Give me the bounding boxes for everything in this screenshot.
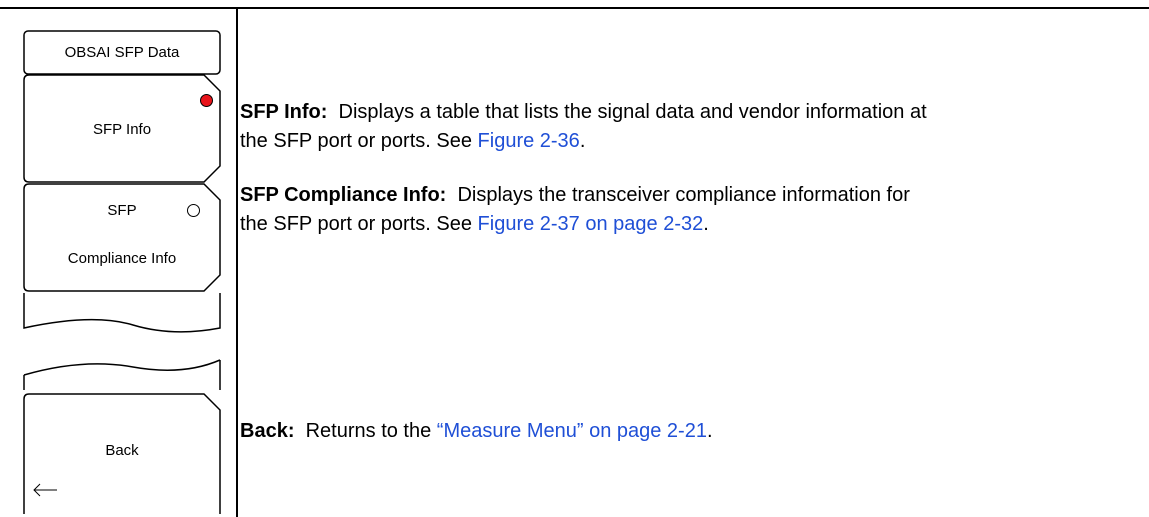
selected-indicator-icon (200, 94, 213, 107)
column-divider (236, 8, 238, 517)
figure-2-36-link[interactable]: Figure 2-36 (478, 130, 580, 152)
empty-key-top-shape (23, 293, 221, 333)
sfp-compliance-text: Displays the transceiver compliance info… (457, 184, 910, 206)
sfp-compliance-end: . (703, 213, 709, 235)
sfp-compliance-description: SFP Compliance Info: Displays the transc… (240, 181, 1140, 239)
measure-menu-link[interactable]: “Measure Menu” on page 2-21 (437, 420, 707, 442)
back-text: Returns to the (305, 420, 437, 442)
back-description: Back: Returns to the “Measure Menu” on p… (240, 417, 1140, 446)
sfp-info-text2: the SFP port or ports. See (240, 130, 478, 152)
sfp-info-description: SFP Info: Displays a table that lists th… (240, 98, 1140, 156)
sfp-compliance-term: SFP Compliance Info: (240, 184, 447, 206)
sfp-compliance-text2: the SFP port or ports. See (240, 213, 478, 235)
sfp-compliance-key-shape (23, 183, 221, 292)
sfp-info-end: . (579, 130, 586, 152)
top-rule (0, 7, 1149, 9)
unselected-indicator-icon (187, 204, 200, 217)
back-term: Back: (240, 420, 295, 442)
sfp-compliance-label-line2: Compliance Info (67, 250, 177, 267)
sfp-info-text: Displays a table that lists the signal d… (338, 101, 927, 123)
menu-title: OBSAI SFP Data (64, 43, 180, 61)
empty-key-bottom-shape (23, 359, 221, 376)
sfp-info-term: SFP Info: (240, 101, 328, 123)
soft-key-menu: OBSAI SFP Data SFP Info SFP Compliance I… (23, 30, 221, 514)
back-end: . (706, 420, 713, 442)
figure-2-37-link[interactable]: Figure 2-37 on page 2-32 (478, 213, 704, 235)
sfp-info-label: SFP Info (92, 121, 152, 138)
left-arrow-icon (33, 483, 57, 497)
back-label: Back (105, 442, 139, 459)
